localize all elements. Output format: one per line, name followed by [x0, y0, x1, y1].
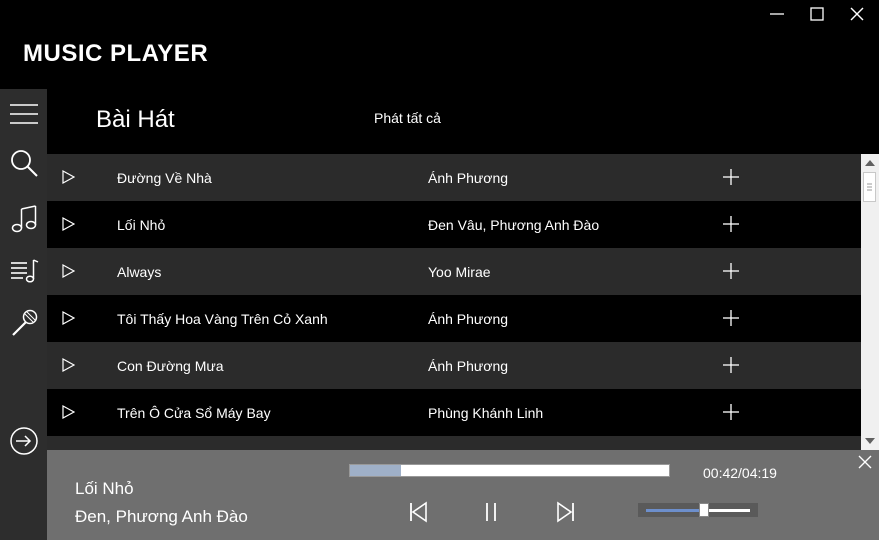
volume-slider[interactable]: [638, 503, 758, 517]
song-artist: Ánh Phương: [428, 170, 509, 186]
scroll-down-button[interactable]: [861, 433, 879, 449]
app-title: MUSIC PLAYER: [23, 40, 209, 67]
plus-icon[interactable]: [723, 216, 739, 232]
close-icon: [850, 7, 864, 21]
progress-fill: [350, 465, 402, 476]
song-title: Always: [117, 264, 162, 280]
song-row[interactable]: Always Yoo Mirae: [47, 248, 861, 295]
song-row[interactable]: Đường Về Nhà Ánh Phương: [47, 154, 861, 201]
search-icon: [11, 150, 38, 177]
next-button[interactable]: [553, 499, 579, 525]
song-row[interactable]: Trên Ô Cửa Sổ Máy Bay Phùng Khánh Linh: [47, 389, 861, 436]
list-scrollbar[interactable]: [861, 154, 879, 450]
pause-button[interactable]: [478, 499, 504, 525]
microphone-icon: [12, 309, 38, 336]
play-all-button[interactable]: Phát tất cả: [374, 110, 441, 126]
song-title: Đường Về Nhà: [117, 170, 212, 186]
song-title: Con Đường Mưa: [117, 358, 224, 374]
play-icon[interactable]: [61, 405, 75, 419]
song-row[interactable]: Tôi Thấy Hoa Vàng Trên Cỏ Xanh Ánh Phươn…: [47, 295, 861, 342]
play-icon[interactable]: [61, 358, 75, 372]
sidebar-item-playlist[interactable]: [8, 255, 40, 287]
sidebar-item-songs[interactable]: [8, 203, 40, 235]
grip-icon: [867, 183, 872, 191]
song-title: Trên Ô Cửa Sổ Máy Bay: [117, 405, 271, 421]
close-button[interactable]: [842, 2, 872, 26]
song-artist: Phùng Khánh Linh: [428, 405, 544, 421]
play-icon[interactable]: [61, 311, 75, 325]
sidebar-item-artists[interactable]: [8, 307, 40, 339]
skip-previous-icon: [410, 501, 427, 523]
play-icon[interactable]: [61, 264, 75, 278]
now-playing-artist: Đen, Phương Anh Đào: [75, 507, 248, 526]
song-artist: Ánh Phương: [428, 358, 509, 374]
volume-track: [646, 503, 750, 517]
sign-out-icon: [10, 427, 38, 455]
plus-icon[interactable]: [723, 169, 739, 185]
music-note-icon: [11, 205, 37, 233]
chevron-down-icon: [865, 438, 875, 444]
song-title: Lối Nhỏ: [117, 217, 166, 233]
song-artist: Đen Vâu, Phương Anh Đào: [428, 217, 600, 233]
pause-icon: [486, 503, 496, 521]
song-row[interactable]: [47, 436, 861, 450]
progress-bar[interactable]: [349, 464, 670, 477]
scroll-thumb[interactable]: [863, 172, 876, 202]
song-row[interactable]: Lối Nhỏ Đen Vâu, Phương Anh Đào: [47, 201, 861, 248]
play-icon[interactable]: [61, 170, 75, 184]
close-icon: [858, 455, 872, 469]
volume-fill: [646, 509, 705, 512]
close-player-button[interactable]: [858, 455, 872, 474]
plus-icon[interactable]: [723, 310, 739, 326]
song-row[interactable]: Con Đường Mưa Ánh Phương: [47, 342, 861, 389]
playlist-icon: [11, 259, 39, 283]
skip-next-icon: [557, 501, 574, 523]
time-display: 00:42/04:19: [703, 465, 777, 481]
hamburger-icon: [10, 104, 38, 124]
page-title: Bài Hát: [96, 106, 175, 133]
sidebar: [0, 89, 47, 540]
song-artist: Ánh Phương: [428, 311, 509, 327]
song-list: Đường Về Nhà Ánh Phương Lối Nhỏ Đen Vâu,…: [47, 154, 861, 450]
sidebar-item-menu[interactable]: [8, 98, 40, 130]
songs-header: Bài Hát Phát tất cả: [47, 89, 879, 154]
now-playing-title: Lối Nhỏ: [75, 479, 134, 498]
plus-icon[interactable]: [723, 357, 739, 373]
volume-thumb[interactable]: [699, 503, 710, 517]
chevron-up-icon: [865, 160, 875, 166]
song-title: Tôi Thấy Hoa Vàng Trên Cỏ Xanh: [117, 311, 328, 327]
maximize-icon: [810, 7, 824, 21]
title-bar: [0, 0, 879, 28]
play-icon[interactable]: [61, 217, 75, 231]
minimize-button[interactable]: [762, 2, 792, 26]
scroll-up-button[interactable]: [861, 155, 879, 171]
plus-icon[interactable]: [723, 404, 739, 420]
sidebar-item-search[interactable]: [8, 147, 40, 179]
sidebar-item-logout[interactable]: [8, 425, 40, 457]
now-playing-bar: Lối Nhỏ Đen, Phương Anh Đào 00:42/04:19: [47, 450, 879, 540]
plus-icon[interactable]: [723, 263, 739, 279]
maximize-button[interactable]: [802, 2, 832, 26]
song-artist: Yoo Mirae: [428, 264, 491, 280]
minimize-icon: [770, 13, 784, 15]
previous-button[interactable]: [405, 499, 431, 525]
